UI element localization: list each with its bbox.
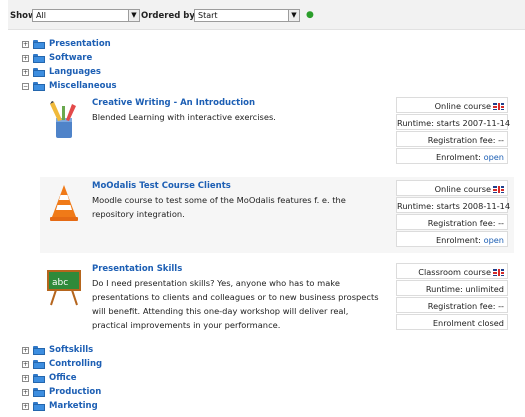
course-fee: Registration fee: -- <box>396 297 508 313</box>
course-info: Online course Runtime: starts 2008-11-14… <box>396 180 510 248</box>
folder-icon <box>33 67 45 77</box>
course-type: Online course <box>396 180 508 196</box>
chevron-down-icon: ▼ <box>288 10 299 21</box>
expand-icon[interactable]: + <box>22 388 29 396</box>
order-label: Ordered by <box>141 11 195 21</box>
category-presentation[interactable]: + Presentation <box>22 38 111 50</box>
folder-icon <box>33 401 45 411</box>
category-office[interactable]: + Office <box>22 372 77 384</box>
category-label[interactable]: Languages <box>49 67 101 77</box>
course-item: MoOdalis Test Course Clients Moodle cour… <box>40 177 514 253</box>
show-select-value: All <box>36 11 46 20</box>
course-enrolment: Enrolment: open <box>396 148 508 164</box>
uk-flag-icon <box>493 186 504 193</box>
course-description: Moodle course to test some of the MoOdal… <box>92 195 346 219</box>
course-runtime: Runtime: starts 2008-11-14 <box>396 197 510 213</box>
expand-icon[interactable]: + <box>22 402 29 410</box>
expand-icon[interactable]: + <box>22 360 29 368</box>
category-production[interactable]: + Production <box>22 386 101 398</box>
category-label[interactable]: Miscellaneous <box>49 81 117 91</box>
category-software[interactable]: + Software <box>22 52 92 64</box>
category-softskills[interactable]: + Softskills <box>22 344 93 356</box>
folder-icon <box>33 53 45 63</box>
folder-icon <box>33 387 45 397</box>
category-label[interactable]: Controlling <box>49 359 102 369</box>
course-info: Online course Runtime: starts 2007-11-14… <box>396 97 510 165</box>
chevron-down-icon: ▼ <box>128 10 139 21</box>
course-item: Creative Writing - An Introduction Blend… <box>40 94 514 170</box>
course-description: Do I need presentation skills? Yes, anyo… <box>92 278 379 330</box>
category-label[interactable]: Presentation <box>49 39 111 49</box>
folder-icon <box>33 81 45 91</box>
expand-icon[interactable]: + <box>22 374 29 382</box>
category-label[interactable]: Softskills <box>49 345 93 355</box>
course-title[interactable]: Presentation Skills <box>92 264 182 274</box>
course-enrolment: Enrolment: open <box>396 231 508 247</box>
category-label[interactable]: Office <box>49 373 77 383</box>
order-select[interactable]: Start ▼ <box>194 9 300 22</box>
abc-easel-icon: abc <box>47 270 81 306</box>
course-enrolment: Enrolment closed <box>396 314 508 330</box>
course-title[interactable]: Creative Writing - An Introduction <box>92 98 255 108</box>
category-marketing[interactable]: + Marketing <box>22 400 98 412</box>
traffic-cone-icon <box>50 185 78 221</box>
category-label[interactable]: Marketing <box>49 401 98 411</box>
order-select-value: Start <box>198 11 218 20</box>
folder-icon <box>33 39 45 49</box>
expand-icon[interactable]: + <box>22 68 29 76</box>
category-languages[interactable]: + Languages <box>22 66 101 78</box>
go-icon[interactable]: ● <box>306 10 314 20</box>
category-miscellaneous[interactable]: − Miscellaneous <box>22 80 117 92</box>
collapse-icon[interactable]: − <box>22 82 29 90</box>
filter-bar: Show All ▼ Ordered by Start ▼ ● <box>8 0 525 30</box>
uk-flag-icon <box>493 103 504 110</box>
folder-icon <box>33 359 45 369</box>
course-title[interactable]: MoOdalis Test Course Clients <box>92 181 231 191</box>
show-select[interactable]: All ▼ <box>32 9 140 22</box>
svg-text:abc: abc <box>52 278 68 288</box>
pencil-cup-icon <box>50 101 76 138</box>
course-item: abc Presentation Skills Do I need presen… <box>40 260 514 340</box>
course-type: Classroom course <box>396 263 508 279</box>
category-controlling[interactable]: + Controlling <box>22 358 102 370</box>
course-runtime: Runtime: unlimited <box>396 280 508 296</box>
expand-icon[interactable]: + <box>22 54 29 62</box>
course-type: Online course <box>396 97 508 113</box>
folder-icon <box>33 345 45 355</box>
course-fee: Registration fee: -- <box>396 214 508 230</box>
expand-icon[interactable]: + <box>22 40 29 48</box>
course-info: Classroom course Runtime: unlimited Regi… <box>396 263 508 331</box>
expand-icon[interactable]: + <box>22 346 29 354</box>
course-description: Blended Learning with interactive exerci… <box>92 112 276 122</box>
uk-flag-icon <box>493 269 504 276</box>
category-label[interactable]: Software <box>49 53 92 63</box>
course-fee: Registration fee: -- <box>396 131 508 147</box>
enrolment-open-link[interactable]: open <box>484 152 504 162</box>
course-runtime: Runtime: starts 2007-11-14 <box>396 114 510 130</box>
course-catalog: Show All ▼ Ordered by Start ▼ ● + Presen… <box>0 0 525 417</box>
category-label[interactable]: Production <box>49 387 101 397</box>
folder-icon <box>33 373 45 383</box>
enrolment-open-link[interactable]: open <box>484 235 504 245</box>
